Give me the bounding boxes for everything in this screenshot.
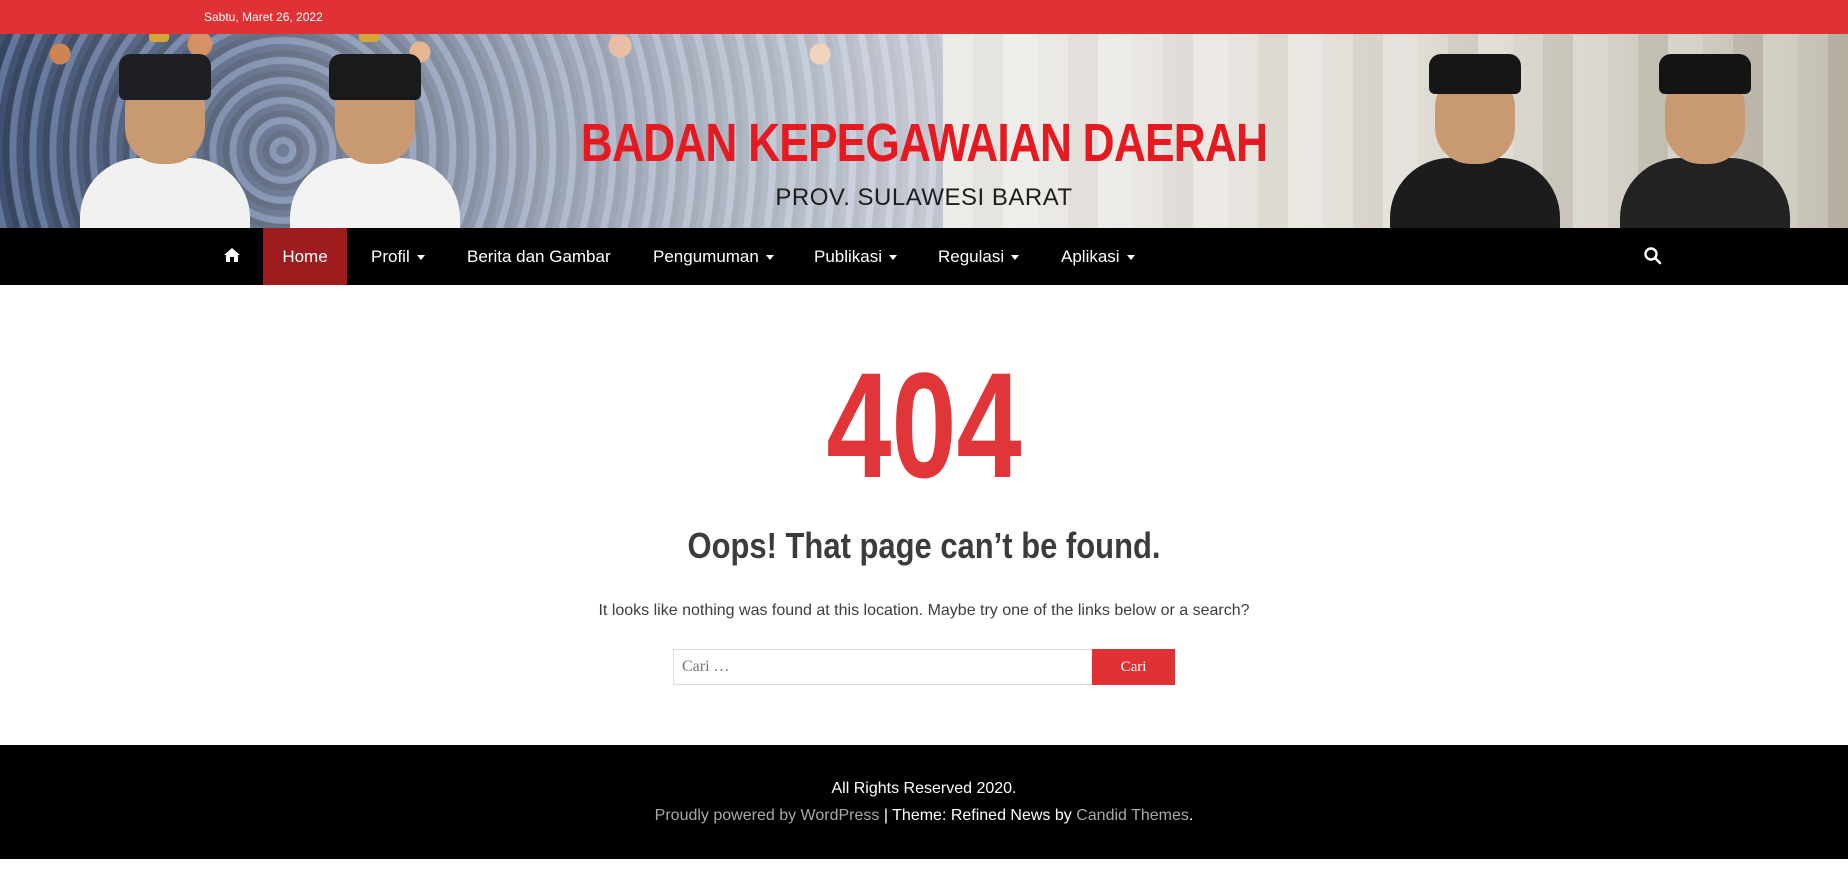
home-icon[interactable] xyxy=(223,246,241,264)
emblem-icon xyxy=(359,34,379,42)
footer-credits: Proudly powered by WordPress | Theme: Re… xyxy=(654,807,1194,824)
nav-item-home[interactable]: Home xyxy=(263,228,347,285)
error-heading: Oops! That page can’t be found. xyxy=(687,525,1161,566)
search-form: Cari xyxy=(673,649,1175,685)
nav-item-profil[interactable]: Profil xyxy=(371,228,425,285)
header-banner: BADAN KEPEGAWAIAN DAERAH PROV. SULAWESI … xyxy=(0,34,1848,228)
footer: All Rights Reserved 2020. Proudly powere… xyxy=(0,745,1848,859)
nav-item-regulasi[interactable]: Regulasi xyxy=(938,228,1020,285)
search-button[interactable]: Cari xyxy=(1092,649,1175,685)
current-date: Sabtu, Maret 26, 2022 xyxy=(204,10,323,24)
nav-item-publikasi[interactable]: Publikasi xyxy=(814,228,898,285)
footer-copyright: All Rights Reserved 2020. xyxy=(831,780,1017,797)
chevron-down-icon xyxy=(416,255,425,261)
theme-author-link[interactable]: Candid Themes xyxy=(1076,807,1189,824)
main-nav: Home Profil Berita dan Gambar Pengumuman… xyxy=(0,228,1848,285)
chevron-down-icon xyxy=(1126,255,1135,261)
chevron-down-icon xyxy=(765,255,774,261)
nav-item-aplikasi[interactable]: Aplikasi xyxy=(1061,228,1135,285)
nav-item-berita[interactable]: Berita dan Gambar xyxy=(467,228,611,285)
emblem-icon xyxy=(149,34,169,42)
top-bar: Sabtu, Maret 26, 2022 xyxy=(0,0,1848,34)
wordpress-link[interactable]: Proudly powered by WordPress xyxy=(655,807,880,824)
chevron-down-icon xyxy=(889,255,898,261)
site-title[interactable]: BADAN KEPEGAWAIAN DAERAH xyxy=(166,116,1681,170)
search-icon[interactable] xyxy=(1643,246,1663,266)
error-message: It looks like nothing was found at this … xyxy=(598,602,1250,619)
chevron-down-icon xyxy=(1011,255,1020,261)
error-code: 404 xyxy=(826,341,1022,509)
search-input[interactable] xyxy=(673,649,1093,685)
site-subtitle: PROV. SULAWESI BARAT xyxy=(775,184,1073,211)
nav-item-pengumuman[interactable]: Pengumuman xyxy=(653,228,774,285)
